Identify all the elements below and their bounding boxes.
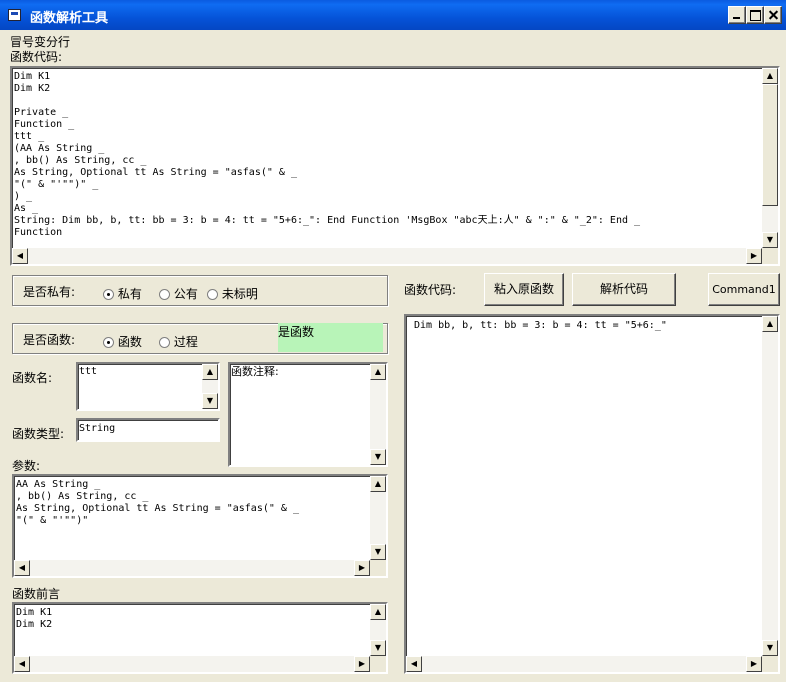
function-type-text: String (79, 423, 116, 434)
radio-private[interactable]: 私有 (103, 285, 142, 302)
maximize-button[interactable] (746, 6, 764, 24)
radio-public[interactable]: 公有 (159, 285, 198, 302)
radio-function-label: 函数 (117, 335, 142, 349)
scroll-up-icon[interactable]: ▲ (762, 68, 778, 84)
function-name-text: ttt (79, 366, 98, 377)
paste-original-button[interactable]: 粘入原函数 (484, 273, 564, 306)
scroll-up-icon[interactable]: ▲ (202, 364, 218, 380)
radio-unspecified-indicator[interactable] (207, 289, 218, 300)
function-name-vscroll[interactable]: ▲ ▼ (202, 364, 218, 409)
scroll-down-icon[interactable]: ▼ (762, 640, 778, 656)
output-hscroll[interactable]: ◀ ▶ (406, 656, 762, 672)
function-type-label: 函数类型: (12, 427, 65, 441)
radio-unspecified[interactable]: 未标明 (207, 285, 258, 302)
scroll-up-icon[interactable]: ▲ (370, 604, 386, 620)
function-comment-vscroll[interactable]: ▲ ▼ (370, 364, 386, 465)
preamble-textarea[interactable]: Dim K1 Dim K2 ▲ ▼ ◀ ▶ (12, 602, 388, 674)
scroll-thumb[interactable] (762, 84, 778, 206)
preamble-text: Dim K1 Dim K2 (16, 607, 53, 630)
command1-button[interactable]: Command1 (708, 273, 780, 306)
scroll-down-icon[interactable]: ▼ (370, 449, 386, 465)
function-name-textarea[interactable]: ttt ▲ ▼ (76, 362, 220, 411)
scroll-down-icon[interactable]: ▼ (762, 232, 778, 248)
scroll-up-icon[interactable]: ▲ (762, 316, 778, 332)
minimize-icon (733, 17, 740, 19)
params-hscroll[interactable]: ◀ ▶ (14, 560, 370, 576)
scroll-down-icon[interactable]: ▼ (202, 393, 218, 409)
function-code-hscroll[interactable]: ◀ ▶ (12, 248, 762, 264)
title-bar: 函数解析工具 (0, 0, 786, 30)
scroll-right-icon[interactable]: ▶ (746, 248, 762, 264)
function-comment-label: 函数注释: (231, 365, 279, 378)
function-code-label: 函数代码: (10, 50, 63, 64)
radio-procedure-label: 过程 (173, 335, 198, 349)
radio-private-label: 私有 (117, 287, 142, 301)
scroll-left-icon[interactable]: ◀ (14, 560, 30, 576)
scroll-left-icon[interactable]: ◀ (12, 248, 28, 264)
radio-function[interactable]: 函数 (103, 333, 142, 350)
function-type-input[interactable]: String (76, 418, 220, 442)
size-grip (762, 248, 778, 264)
function-code-textarea[interactable]: Dim K1 Dim K2 Private _ Function _ ttt _… (10, 66, 780, 266)
output-code-textarea[interactable]: Dim bb, b, tt: bb = 3: b = 4: tt = "5+6:… (404, 314, 780, 674)
radio-procedure[interactable]: 过程 (159, 333, 198, 350)
function-code-vscroll[interactable]: ▲ ▼ (762, 68, 778, 248)
output-vscroll[interactable]: ▲ ▼ (762, 316, 778, 656)
scroll-down-icon[interactable]: ▼ (370, 640, 386, 656)
scroll-right-icon[interactable]: ▶ (354, 560, 370, 576)
scroll-right-icon[interactable]: ▶ (746, 656, 762, 672)
function-type-group-label: 是否函数: (23, 333, 76, 347)
maximize-icon (750, 10, 761, 21)
radio-procedure-indicator[interactable] (159, 337, 170, 348)
scroll-up-icon[interactable]: ▲ (370, 364, 386, 380)
output-code-label: 函数代码: (404, 283, 457, 297)
params-text: AA As String _ , bb() As String, cc _ As… (16, 479, 299, 526)
scroll-down-icon[interactable]: ▼ (370, 544, 386, 560)
scroll-left-icon[interactable]: ◀ (14, 656, 30, 672)
preamble-vscroll[interactable]: ▲ ▼ (370, 604, 386, 656)
minimize-button[interactable] (728, 6, 746, 24)
parse-code-button[interactable]: 解析代码 (572, 273, 676, 306)
size-grip (370, 560, 386, 576)
preamble-hscroll[interactable]: ◀ ▶ (14, 656, 370, 672)
params-textarea[interactable]: AA As String _ , bb() As String, cc _ As… (12, 474, 388, 578)
function-comment-textarea[interactable]: 函数注释: ▲ ▼ (228, 362, 388, 467)
size-grip (370, 656, 386, 672)
size-grip (762, 656, 778, 672)
status-badge: 是函数 (278, 323, 383, 352)
radio-public-indicator[interactable] (159, 289, 170, 300)
window-title: 函数解析工具 (30, 11, 109, 26)
radio-function-indicator[interactable] (103, 337, 114, 348)
close-button[interactable] (764, 6, 782, 24)
radio-unspecified-label: 未标明 (221, 287, 258, 301)
app-icon[interactable] (8, 9, 21, 21)
private-frame: 是否私有: 私有 公有 未标明 (12, 275, 388, 306)
params-label: 参数: (12, 459, 41, 473)
preamble-label: 函数前言 (12, 587, 61, 601)
radio-public-label: 公有 (173, 287, 198, 301)
scroll-right-icon[interactable]: ▶ (354, 656, 370, 672)
function-name-label: 函数名: (12, 371, 53, 385)
private-label: 是否私有: (23, 285, 76, 299)
status-label: 是函数 (278, 325, 315, 339)
params-vscroll[interactable]: ▲ ▼ (370, 476, 386, 560)
output-code-text: Dim bb, b, tt: bb = 3: b = 4: tt = "5+6:… (414, 320, 667, 331)
scroll-up-icon[interactable]: ▲ (370, 476, 386, 492)
function-code-text: Dim K1 Dim K2 Private _ Function _ ttt _… (14, 71, 641, 238)
radio-private-indicator[interactable] (103, 289, 114, 300)
scroll-left-icon[interactable]: ◀ (406, 656, 422, 672)
